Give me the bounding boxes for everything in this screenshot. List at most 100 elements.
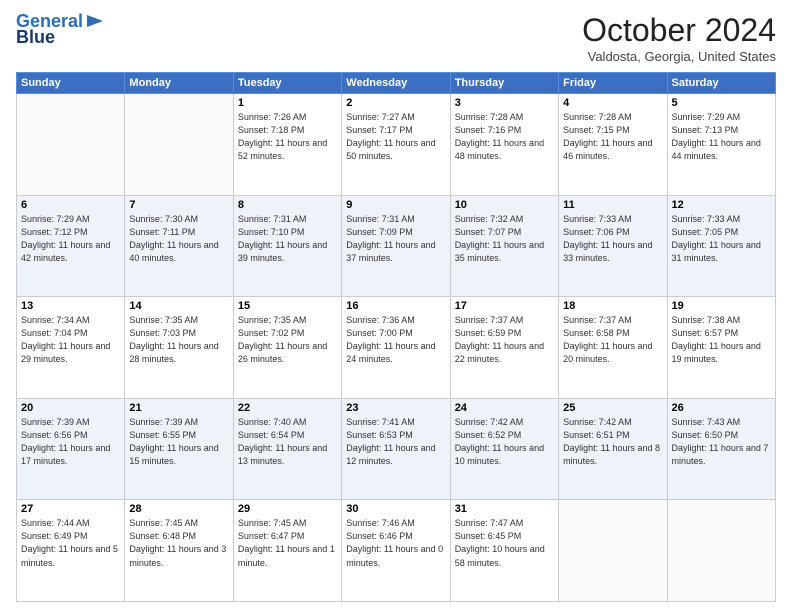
- day-info: Sunrise: 7:47 AMSunset: 6:45 PMDaylight:…: [455, 517, 554, 569]
- day-number: 28: [129, 503, 228, 515]
- day-number: 21: [129, 402, 228, 414]
- calendar-cell: 14Sunrise: 7:35 AMSunset: 7:03 PMDayligh…: [125, 297, 233, 399]
- day-info: Sunrise: 7:35 AMSunset: 7:03 PMDaylight:…: [129, 314, 228, 366]
- day-info: Sunrise: 7:28 AMSunset: 7:15 PMDaylight:…: [563, 111, 662, 163]
- day-number: 19: [672, 300, 771, 312]
- calendar-cell: 24Sunrise: 7:42 AMSunset: 6:52 PMDayligh…: [450, 398, 558, 500]
- calendar-cell: 25 Sunrise: 7:42 AMSunset: 6:51 PMDayligh…: [559, 398, 667, 500]
- calendar-cell: [559, 500, 667, 602]
- calendar-cell: 5 Sunrise: 7:29 AMSunset: 7:13 PMDaylight…: [667, 94, 775, 196]
- page: General Blue October 2024 Valdosta, Geor…: [0, 0, 792, 612]
- calendar-week-row: 13 Sunrise: 7:34 AMSunset: 7:04 PMDayligh…: [17, 297, 776, 399]
- day-info: Sunrise: 7:45 AMSunset: 6:47 PMDaylight:…: [238, 517, 337, 569]
- calendar-cell: 31 Sunrise: 7:47 AMSunset: 6:45 PMDayligh…: [450, 500, 558, 602]
- calendar-cell: 30Sunrise: 7:46 AMSunset: 6:46 PMDayligh…: [342, 500, 450, 602]
- day-info: Sunrise: 7:46 AMSunset: 6:46 PMDaylight:…: [346, 517, 445, 569]
- calendar-cell: 15 Sunrise: 7:35 AMSunset: 7:02 PMDayligh…: [233, 297, 341, 399]
- day-number: 13: [21, 300, 120, 312]
- calendar-cell: 10 Sunrise: 7:32 AMSunset: 7:07 PMDayligh…: [450, 195, 558, 297]
- day-info: Sunrise: 7:39 AMSunset: 6:55 PMDaylight:…: [129, 416, 228, 468]
- day-number: 10: [455, 199, 554, 211]
- day-info: Sunrise: 7:32 AMSunset: 7:07 PMDaylight:…: [455, 213, 554, 265]
- calendar-cell: 20 Sunrise: 7:39 AMSunset: 6:56 PMDayligh…: [17, 398, 125, 500]
- calendar-cell: 3Sunrise: 7:28 AMSunset: 7:16 PMDaylight…: [450, 94, 558, 196]
- calendar-week-row: 1Sunrise: 7:26 AMSunset: 7:18 PMDaylight…: [17, 94, 776, 196]
- day-number: 26: [672, 402, 771, 414]
- calendar-cell: 8Sunrise: 7:31 AMSunset: 7:10 PMDaylight…: [233, 195, 341, 297]
- weekday-header: Saturday: [667, 73, 775, 94]
- day-info: Sunrise: 7:41 AMSunset: 6:53 PMDaylight:…: [346, 416, 445, 468]
- calendar-week-row: 20 Sunrise: 7:39 AMSunset: 6:56 PMDayligh…: [17, 398, 776, 500]
- calendar-week-row: 27 Sunrise: 7:44 AMSunset: 6:49 PMDayligh…: [17, 500, 776, 602]
- day-info: Sunrise: 7:42 AMSunset: 6:51 PMDaylight:…: [563, 416, 662, 468]
- day-info: Sunrise: 7:34 AMSunset: 7:04 PMDaylight:…: [21, 314, 120, 366]
- day-info: Sunrise: 7:45 AMSunset: 6:48 PMDaylight:…: [129, 517, 228, 569]
- day-info: Sunrise: 7:36 AMSunset: 7:00 PMDaylight:…: [346, 314, 445, 366]
- day-number: 2: [346, 97, 445, 109]
- day-info: Sunrise: 7:44 AMSunset: 6:49 PMDaylight:…: [21, 517, 120, 569]
- logo: General Blue: [16, 12, 105, 48]
- day-number: 17: [455, 300, 554, 312]
- calendar-cell: 1Sunrise: 7:26 AMSunset: 7:18 PMDaylight…: [233, 94, 341, 196]
- day-number: 7: [129, 199, 228, 211]
- day-info: Sunrise: 7:30 AMSunset: 7:11 PMDaylight:…: [129, 213, 228, 265]
- header: General Blue October 2024 Valdosta, Geor…: [16, 12, 776, 64]
- calendar-cell: 19 Sunrise: 7:38 AMSunset: 6:57 PMDayligh…: [667, 297, 775, 399]
- calendar-cell: 13 Sunrise: 7:34 AMSunset: 7:04 PMDayligh…: [17, 297, 125, 399]
- day-number: 9: [346, 199, 445, 211]
- day-info: Sunrise: 7:43 AMSunset: 6:50 PMDaylight:…: [672, 416, 771, 468]
- calendar-cell: [667, 500, 775, 602]
- day-number: 5: [672, 97, 771, 109]
- calendar-table: SundayMondayTuesdayWednesdayThursdayFrid…: [16, 72, 776, 602]
- day-number: 15: [238, 300, 337, 312]
- logo-blue: Blue: [16, 28, 55, 48]
- day-info: Sunrise: 7:38 AMSunset: 6:57 PMDaylight:…: [672, 314, 771, 366]
- day-number: 25: [563, 402, 662, 414]
- day-info: Sunrise: 7:27 AMSunset: 7:17 PMDaylight:…: [346, 111, 445, 163]
- location: Valdosta, Georgia, United States: [582, 49, 776, 64]
- weekday-header: Monday: [125, 73, 233, 94]
- calendar-cell: 22Sunrise: 7:40 AMSunset: 6:54 PMDayligh…: [233, 398, 341, 500]
- calendar-cell: 21 Sunrise: 7:39 AMSunset: 6:55 PMDayligh…: [125, 398, 233, 500]
- day-number: 3: [455, 97, 554, 109]
- calendar-cell: 27 Sunrise: 7:44 AMSunset: 6:49 PMDayligh…: [17, 500, 125, 602]
- day-number: 27: [21, 503, 120, 515]
- calendar-cell: 23Sunrise: 7:41 AMSunset: 6:53 PMDayligh…: [342, 398, 450, 500]
- day-info: Sunrise: 7:29 AMSunset: 7:13 PMDaylight:…: [672, 111, 771, 163]
- day-number: 8: [238, 199, 337, 211]
- day-info: Sunrise: 7:42 AMSunset: 6:52 PMDaylight:…: [455, 416, 554, 468]
- calendar-cell: [125, 94, 233, 196]
- calendar-cell: 2 Sunrise: 7:27 AMSunset: 7:17 PMDaylight…: [342, 94, 450, 196]
- calendar-cell: 26 Sunrise: 7:43 AMSunset: 6:50 PMDayligh…: [667, 398, 775, 500]
- calendar-week-row: 6 Sunrise: 7:29 AMSunset: 7:12 PMDaylight…: [17, 195, 776, 297]
- weekday-header: Sunday: [17, 73, 125, 94]
- day-info: Sunrise: 7:33 AMSunset: 7:06 PMDaylight:…: [563, 213, 662, 265]
- calendar-header-row: SundayMondayTuesdayWednesdayThursdayFrid…: [17, 73, 776, 94]
- day-info: Sunrise: 7:35 AMSunset: 7:02 PMDaylight:…: [238, 314, 337, 366]
- weekday-header: Wednesday: [342, 73, 450, 94]
- calendar-cell: 9 Sunrise: 7:31 AMSunset: 7:09 PMDaylight…: [342, 195, 450, 297]
- day-number: 6: [21, 199, 120, 211]
- day-number: 20: [21, 402, 120, 414]
- weekday-header: Thursday: [450, 73, 558, 94]
- day-info: Sunrise: 7:39 AMSunset: 6:56 PMDaylight:…: [21, 416, 120, 468]
- day-number: 18: [563, 300, 662, 312]
- day-number: 12: [672, 199, 771, 211]
- calendar-cell: 11 Sunrise: 7:33 AMSunset: 7:06 PMDayligh…: [559, 195, 667, 297]
- calendar-cell: 4 Sunrise: 7:28 AMSunset: 7:15 PMDaylight…: [559, 94, 667, 196]
- day-number: 16: [346, 300, 445, 312]
- day-number: 29: [238, 503, 337, 515]
- calendar-cell: 17 Sunrise: 7:37 AMSunset: 6:59 PMDayligh…: [450, 297, 558, 399]
- calendar-cell: 12Sunrise: 7:33 AMSunset: 7:05 PMDayligh…: [667, 195, 775, 297]
- day-number: 4: [563, 97, 662, 109]
- calendar-cell: 18 Sunrise: 7:37 AMSunset: 6:58 PMDayligh…: [559, 297, 667, 399]
- calendar-cell: 7 Sunrise: 7:30 AMSunset: 7:11 PMDaylight…: [125, 195, 233, 297]
- day-info: Sunrise: 7:37 AMSunset: 6:59 PMDaylight:…: [455, 314, 554, 366]
- day-info: Sunrise: 7:29 AMSunset: 7:12 PMDaylight:…: [21, 213, 120, 265]
- calendar-cell: [17, 94, 125, 196]
- day-info: Sunrise: 7:37 AMSunset: 6:58 PMDaylight:…: [563, 314, 662, 366]
- day-number: 31: [455, 503, 554, 515]
- day-number: 11: [563, 199, 662, 211]
- calendar-cell: 16 Sunrise: 7:36 AMSunset: 7:00 PMDayligh…: [342, 297, 450, 399]
- day-info: Sunrise: 7:31 AMSunset: 7:09 PMDaylight:…: [346, 213, 445, 265]
